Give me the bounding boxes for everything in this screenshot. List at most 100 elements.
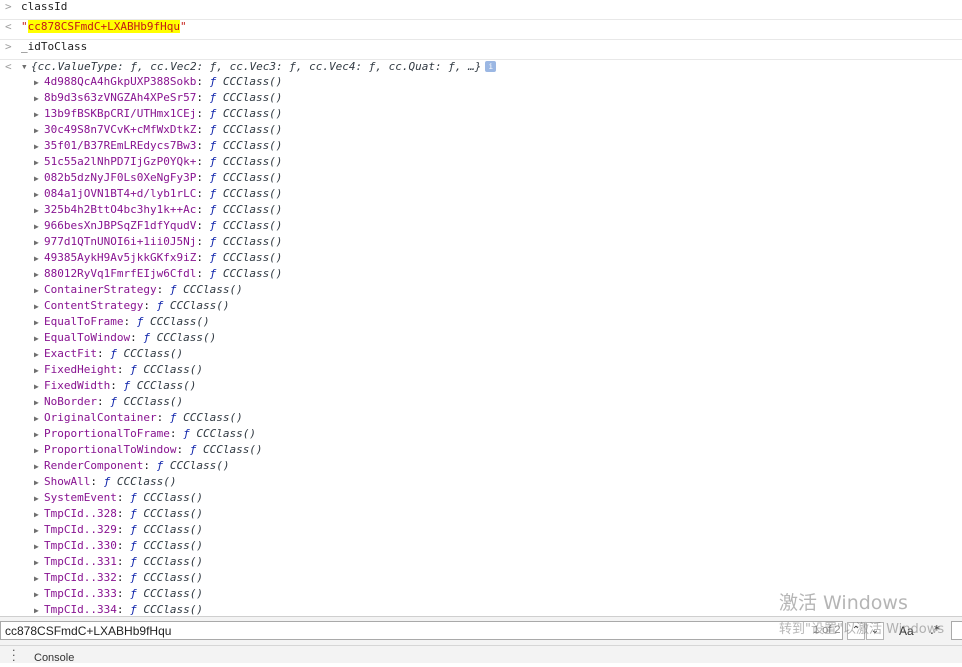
- expand-triangle-icon[interactable]: ▶: [34, 235, 44, 251]
- property-row[interactable]: ▶ 325b4h2BttO4bc3hy1k++Ac: ƒ CCClass(): [0, 202, 962, 218]
- property-row[interactable]: ▶ TmpCId..334: ƒ CCClass(): [0, 602, 962, 616]
- object-preview[interactable]: ▾ {cc.ValueType: ƒ, cc.Vec2: ƒ, cc.Vec3: …: [21, 60, 497, 73]
- chevron-up-icon[interactable]: ⌃: [847, 622, 865, 640]
- property-entry[interactable]: ▶ ExactFit: ƒ CCClass(): [34, 346, 183, 363]
- expand-triangle-icon[interactable]: ▶: [34, 139, 44, 155]
- expand-triangle-icon[interactable]: ▶: [34, 491, 44, 507]
- property-row[interactable]: ▶ ContainerStrategy: ƒ CCClass(): [0, 282, 962, 298]
- property-entry[interactable]: ▶ ContainerStrategy: ƒ CCClass(): [34, 282, 243, 299]
- property-entry[interactable]: ▶ FixedHeight: ƒ CCClass(): [34, 362, 203, 379]
- property-entry[interactable]: ▶ 966besXnJBPSqZF1dfYqudV: ƒ CCClass(): [34, 218, 282, 235]
- expand-triangle-icon[interactable]: ▶: [34, 123, 44, 139]
- expand-triangle-icon[interactable]: ▶: [34, 363, 44, 379]
- expand-triangle-icon[interactable]: ▾: [21, 60, 31, 73]
- property-row[interactable]: ▶ 35f01/B37REmLREdycs7Bw3: ƒ CCClass(): [0, 138, 962, 154]
- expand-triangle-icon[interactable]: ▶: [34, 347, 44, 363]
- kebab-menu-icon[interactable]: · · ·: [12, 645, 16, 666]
- property-entry[interactable]: ▶ TmpCId..331: ƒ CCClass(): [34, 554, 203, 571]
- property-entry[interactable]: ▶ 8b9d3s63zVNGZAh4XPeSr57: ƒ CCClass(): [34, 90, 282, 107]
- expand-triangle-icon[interactable]: ▶: [34, 203, 44, 219]
- search-cancel-button[interactable]: [951, 621, 962, 640]
- tab-console[interactable]: Console: [34, 652, 74, 664]
- property-row[interactable]: ▶ 966besXnJBPSqZF1dfYqudV: ƒ CCClass(): [0, 218, 962, 234]
- expand-triangle-icon[interactable]: ▶: [34, 555, 44, 571]
- property-row[interactable]: ▶ 8b9d3s63zVNGZAh4XPeSr57: ƒ CCClass(): [0, 90, 962, 106]
- property-entry[interactable]: ▶ 4d988QcA4hGkpUXP388Sokb: ƒ CCClass(): [34, 74, 282, 91]
- property-entry[interactable]: ▶ TmpCId..328: ƒ CCClass(): [34, 506, 203, 523]
- expand-triangle-icon[interactable]: ▶: [34, 315, 44, 331]
- expand-triangle-icon[interactable]: ▶: [34, 299, 44, 315]
- expand-triangle-icon[interactable]: ▶: [34, 379, 44, 395]
- property-entry[interactable]: ▶ 13b9fBSKBpCRI/UTHmx1CEj: ƒ CCClass(): [34, 106, 282, 123]
- property-row[interactable]: ▶ FixedWidth: ƒ CCClass(): [0, 378, 962, 394]
- expand-triangle-icon[interactable]: ▶: [34, 283, 44, 299]
- expand-triangle-icon[interactable]: ▶: [34, 459, 44, 475]
- property-row[interactable]: ▶ TmpCId..330: ƒ CCClass(): [0, 538, 962, 554]
- property-entry[interactable]: ▶ EqualToWindow: ƒ CCClass(): [34, 330, 216, 347]
- console-result-row[interactable]: < ▾ {cc.ValueType: ƒ, cc.Vec2: ƒ, cc.Vec3…: [0, 59, 962, 73]
- property-row[interactable]: ▶ 13b9fBSKBpCRI/UTHmx1CEj: ƒ CCClass(): [0, 106, 962, 122]
- property-row[interactable]: ▶ TmpCId..332: ƒ CCClass(): [0, 570, 962, 586]
- property-row[interactable]: ▶ RenderComponent: ƒ CCClass(): [0, 458, 962, 474]
- expand-triangle-icon[interactable]: ▶: [34, 331, 44, 347]
- property-entry[interactable]: ▶ 30c49S8n7VCvK+cMfWxDtkZ: ƒ CCClass(): [34, 122, 282, 139]
- property-entry[interactable]: ▶ 084a1jOVN1BT4+d/lyb1rLC: ƒ CCClass(): [34, 186, 282, 203]
- property-entry[interactable]: ▶ TmpCId..329: ƒ CCClass(): [34, 522, 203, 539]
- expand-triangle-icon[interactable]: ▶: [34, 587, 44, 603]
- property-entry[interactable]: ▶ 35f01/B37REmLREdycs7Bw3: ƒ CCClass(): [34, 138, 282, 155]
- expand-triangle-icon[interactable]: ▶: [34, 267, 44, 283]
- property-entry[interactable]: ▶ ProportionalToWindow: ƒ CCClass(): [34, 442, 263, 459]
- search-input[interactable]: cc878CSFmdC+LXABHb9fHqu: [0, 621, 843, 640]
- property-entry[interactable]: ▶ 51c55a2lNhPD7IjGzP0YQk+: ƒ CCClass(): [34, 154, 282, 171]
- property-entry[interactable]: ▶ 49385AykH9Av5jkkGKfx9iZ: ƒ CCClass(): [34, 250, 282, 267]
- property-row[interactable]: ▶ NoBorder: ƒ CCClass(): [0, 394, 962, 410]
- property-row[interactable]: ▶ EqualToFrame: ƒ CCClass(): [0, 314, 962, 330]
- expand-triangle-icon[interactable]: ▶: [34, 219, 44, 235]
- property-entry[interactable]: ▶ RenderComponent: ƒ CCClass(): [34, 458, 229, 475]
- property-row[interactable]: ▶ EqualToWindow: ƒ CCClass(): [0, 330, 962, 346]
- expand-triangle-icon[interactable]: ▶: [34, 155, 44, 171]
- property-entry[interactable]: ▶ TmpCId..333: ƒ CCClass(): [34, 586, 203, 603]
- property-row[interactable]: ▶ ExactFit: ƒ CCClass(): [0, 346, 962, 362]
- property-row[interactable]: ▶ ShowAll: ƒ CCClass(): [0, 474, 962, 490]
- property-entry[interactable]: ▶ EqualToFrame: ƒ CCClass(): [34, 314, 210, 331]
- property-entry[interactable]: ▶ SystemEvent: ƒ CCClass(): [34, 490, 203, 507]
- property-row[interactable]: ▶ 084a1jOVN1BT4+d/lyb1rLC: ƒ CCClass(): [0, 186, 962, 202]
- property-row[interactable]: ▶ TmpCId..333: ƒ CCClass(): [0, 586, 962, 602]
- property-row[interactable]: ▶ SystemEvent: ƒ CCClass(): [0, 490, 962, 506]
- property-entry[interactable]: ▶ TmpCId..334: ƒ CCClass(): [34, 602, 203, 616]
- expand-triangle-icon[interactable]: ▶: [34, 107, 44, 123]
- expand-triangle-icon[interactable]: ▶: [34, 603, 44, 616]
- expand-triangle-icon[interactable]: ▶: [34, 75, 44, 91]
- property-entry[interactable]: ▶ ShowAll: ƒ CCClass(): [34, 474, 176, 491]
- property-entry[interactable]: ▶ ProportionalToFrame: ƒ CCClass(): [34, 426, 256, 443]
- property-row[interactable]: ▶ OriginalContainer: ƒ CCClass(): [0, 410, 962, 426]
- property-entry[interactable]: ▶ TmpCId..332: ƒ CCClass(): [34, 570, 203, 587]
- property-row[interactable]: ▶ 4d988QcA4hGkpUXP388Sokb: ƒ CCClass(): [0, 74, 962, 90]
- property-entry[interactable]: ▶ TmpCId..330: ƒ CCClass(): [34, 538, 203, 555]
- property-entry[interactable]: ▶ 082b5dzNyJF0Ls0XeNgFy3P: ƒ CCClass(): [34, 170, 282, 187]
- expand-triangle-icon[interactable]: ▶: [34, 395, 44, 411]
- expand-triangle-icon[interactable]: ▶: [34, 475, 44, 491]
- property-row[interactable]: ▶ 30c49S8n7VCvK+cMfWxDtkZ: ƒ CCClass(): [0, 122, 962, 138]
- expand-triangle-icon[interactable]: ▶: [34, 171, 44, 187]
- property-row[interactable]: ▶ ContentStrategy: ƒ CCClass(): [0, 298, 962, 314]
- expand-triangle-icon[interactable]: ▶: [34, 187, 44, 203]
- info-icon[interactable]: i: [485, 61, 497, 72]
- property-row[interactable]: ▶ ProportionalToWindow: ƒ CCClass(): [0, 442, 962, 458]
- property-row[interactable]: ▶ 51c55a2lNhPD7IjGzP0YQk+: ƒ CCClass(): [0, 154, 962, 170]
- property-row[interactable]: ▶ 977d1QTnUNOI6i+1ii0J5Nj: ƒ CCClass(): [0, 234, 962, 250]
- expand-triangle-icon[interactable]: ▶: [34, 427, 44, 443]
- expand-triangle-icon[interactable]: ▶: [34, 443, 44, 459]
- match-case-button[interactable]: Aa: [899, 624, 914, 638]
- property-entry[interactable]: ▶ 88012RyVq1FmrfEIjw6Cfdl: ƒ CCClass(): [34, 266, 282, 283]
- property-entry[interactable]: ▶ 977d1QTnUNOI6i+1ii0J5Nj: ƒ CCClass(): [34, 234, 282, 251]
- expand-triangle-icon[interactable]: ▶: [34, 523, 44, 539]
- property-entry[interactable]: ▶ ContentStrategy: ƒ CCClass(): [34, 298, 229, 315]
- chevron-down-icon[interactable]: ⌄: [866, 622, 884, 640]
- expand-triangle-icon[interactable]: ▶: [34, 251, 44, 267]
- property-entry[interactable]: ▶ 325b4h2BttO4bc3hy1k++Ac: ƒ CCClass(): [34, 202, 282, 219]
- property-row[interactable]: ▶ TmpCId..329: ƒ CCClass(): [0, 522, 962, 538]
- property-row[interactable]: ▶ 88012RyVq1FmrfEIjw6Cfdl: ƒ CCClass(): [0, 266, 962, 282]
- expand-triangle-icon[interactable]: ▶: [34, 507, 44, 523]
